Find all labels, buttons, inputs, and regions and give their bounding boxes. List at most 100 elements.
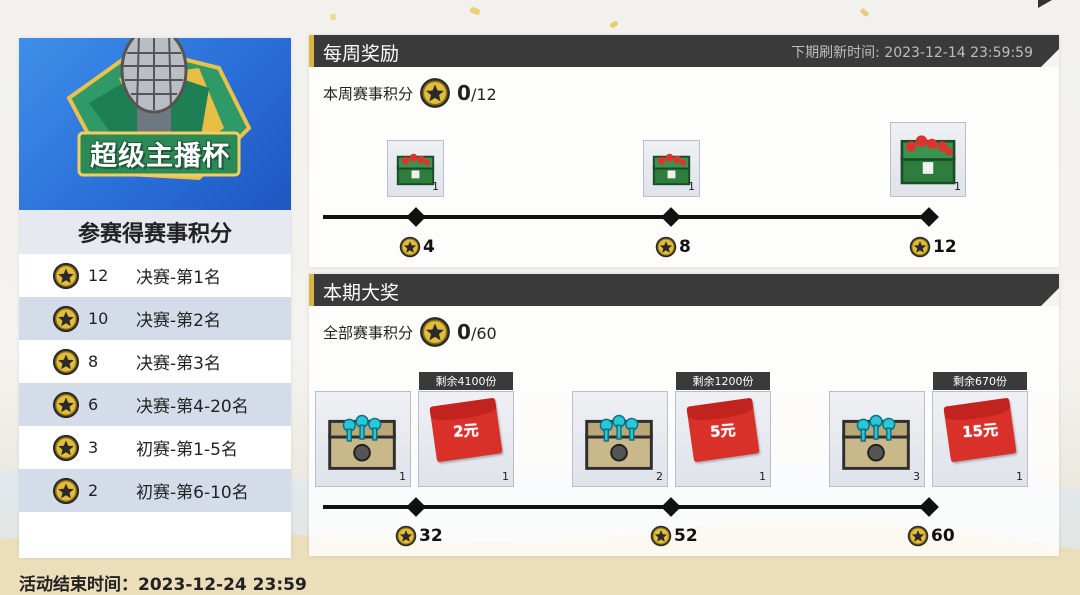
rank-desc: 决赛-第3名	[136, 354, 221, 374]
coin-icon	[52, 262, 80, 290]
coin-icon	[52, 348, 80, 376]
rank-desc: 决赛-第2名	[136, 311, 221, 331]
milestone-value: 12	[933, 237, 957, 257]
points-value: 8	[88, 352, 99, 371]
red-envelope-item[interactable]: 剩余1200份 5元 1	[675, 372, 771, 487]
weekly-rewards-section: 每周奖励 下期刷新时间: 2023-12-14 23:59:59 本周赛事积分 …	[309, 35, 1059, 267]
milestone-node	[406, 207, 426, 227]
milestone-node	[919, 497, 939, 517]
points-value: 6	[88, 395, 99, 414]
weekly-reward-item[interactable]: 1	[387, 140, 444, 197]
red-envelope-icon: 15元	[943, 397, 1017, 463]
points-rank-list: 12 决赛-第1名 10 决赛-第2名 8 决赛-第3名 6 决赛-第4-20名…	[19, 254, 291, 512]
points-value: 12	[88, 266, 109, 285]
weekly-reward-item[interactable]: 1	[890, 122, 966, 197]
list-item: 8 决赛-第3名	[19, 340, 291, 383]
coin-icon	[52, 434, 80, 462]
score-label: 全部赛事积分	[323, 323, 414, 342]
list-item: 12 决赛-第1名	[19, 254, 291, 297]
milestone-node	[919, 207, 939, 227]
coin-icon	[52, 391, 80, 419]
rank-desc: 决赛-第4-20名	[136, 397, 249, 417]
milestone-label: 52	[650, 525, 698, 547]
weekly-reward-item[interactable]: 1	[643, 140, 700, 197]
rank-desc: 初赛-第6-10名	[136, 483, 249, 503]
list-item: 2 初赛-第6-10名	[19, 469, 291, 512]
item-qty: 1	[502, 470, 509, 483]
milestone-value: 60	[931, 526, 955, 546]
refresh-time: 下期刷新时间: 2023-12-14 23:59:59	[791, 45, 1033, 61]
points-panel: 超级主播杯 参赛得赛事积分 12 决赛-第1名 10 决赛-第2名 8 决赛-第…	[19, 38, 291, 558]
score-value: 0/12	[457, 81, 497, 105]
section-title: 每周奖励	[323, 43, 400, 65]
coin-icon	[655, 236, 677, 258]
grand-chest-item[interactable]: 1	[315, 391, 411, 487]
item-qty: 1	[432, 180, 439, 193]
list-item: 6 决赛-第4-20名	[19, 383, 291, 426]
header-accent-bar	[309, 35, 314, 67]
weekly-score: 本周赛事积分 0/12	[323, 77, 497, 109]
envelope-value: 5元	[709, 420, 737, 441]
score-total: /12	[470, 85, 497, 104]
remaining-stock-tag: 剩余670份	[933, 372, 1027, 390]
item-qty: 1	[759, 470, 766, 483]
header-corner	[1041, 49, 1059, 67]
item-qty: 1	[1016, 470, 1023, 483]
milestone-label: 60	[907, 525, 955, 547]
score-total: /60	[470, 324, 497, 343]
red-envelope-icon: 5元	[686, 397, 760, 463]
coin-icon	[419, 316, 451, 348]
top-right-corner-icon[interactable]	[1038, 0, 1052, 8]
section-title: 本期大奖	[323, 282, 400, 304]
coin-icon	[395, 525, 417, 547]
grand-chest-item[interactable]: 3	[829, 391, 925, 487]
milestone-node	[661, 207, 681, 227]
milestone-value: 52	[674, 526, 698, 546]
coin-icon	[52, 305, 80, 333]
list-item: 10 决赛-第2名	[19, 297, 291, 340]
grand-prize-header: 本期大奖	[309, 274, 1059, 306]
confetti	[859, 7, 870, 18]
points-value: 10	[88, 309, 109, 328]
event-end-time: 活动结束时间：2023-12-24 23:59	[19, 570, 307, 595]
item-qty: 1	[954, 180, 961, 193]
milestone-value: 4	[423, 237, 435, 257]
envelope-value: 2元	[452, 420, 480, 441]
trophy-microphone-logo	[66, 38, 252, 181]
end-time-label: 活动结束时间：	[19, 575, 138, 595]
header-accent-bar	[309, 274, 314, 306]
confetti	[469, 6, 481, 16]
header-corner	[1041, 288, 1059, 306]
coin-icon	[399, 236, 421, 258]
weekly-rewards-header: 每周奖励 下期刷新时间: 2023-12-14 23:59:59	[309, 35, 1059, 67]
score-current: 0	[457, 81, 471, 105]
milestone-value: 32	[419, 526, 443, 546]
score-label: 本周赛事积分	[323, 84, 414, 103]
milestone-node	[661, 497, 681, 517]
red-envelope-item[interactable]: 剩余670份 15元 1	[932, 372, 1028, 487]
grand-chest-item[interactable]: 2	[572, 391, 668, 487]
rank-desc: 初赛-第1-5名	[136, 440, 238, 460]
total-score: 全部赛事积分 0/60	[323, 316, 497, 348]
key-chest-icon	[842, 414, 910, 470]
key-chest-icon	[328, 414, 396, 470]
red-envelope-icon: 2元	[429, 397, 503, 463]
milestone-node	[406, 497, 426, 517]
grand-prize-section: 本期大奖 全部赛事积分 0/60 1 剩余4100份 2元 1 2 剩余1200…	[309, 274, 1059, 556]
list-item: 3 初赛-第1-5名	[19, 426, 291, 469]
score-current: 0	[457, 320, 471, 344]
red-envelope-item[interactable]: 剩余4100份 2元 1	[418, 372, 514, 487]
coin-icon	[907, 525, 929, 547]
points-value: 2	[88, 481, 99, 500]
milestone-value: 8	[679, 237, 691, 257]
event-logo-title: 超级主播杯	[90, 140, 230, 172]
coin-icon	[650, 525, 672, 547]
confetti	[609, 20, 619, 29]
milestone-label: 32	[395, 525, 443, 547]
points-table-header: 参赛得赛事积分	[19, 210, 291, 254]
milestone-label: 8	[655, 236, 691, 258]
end-time-value: 2023-12-24 23:59	[138, 575, 307, 595]
coin-icon	[52, 477, 80, 505]
key-chest-icon	[585, 414, 653, 470]
item-qty: 1	[399, 470, 406, 483]
